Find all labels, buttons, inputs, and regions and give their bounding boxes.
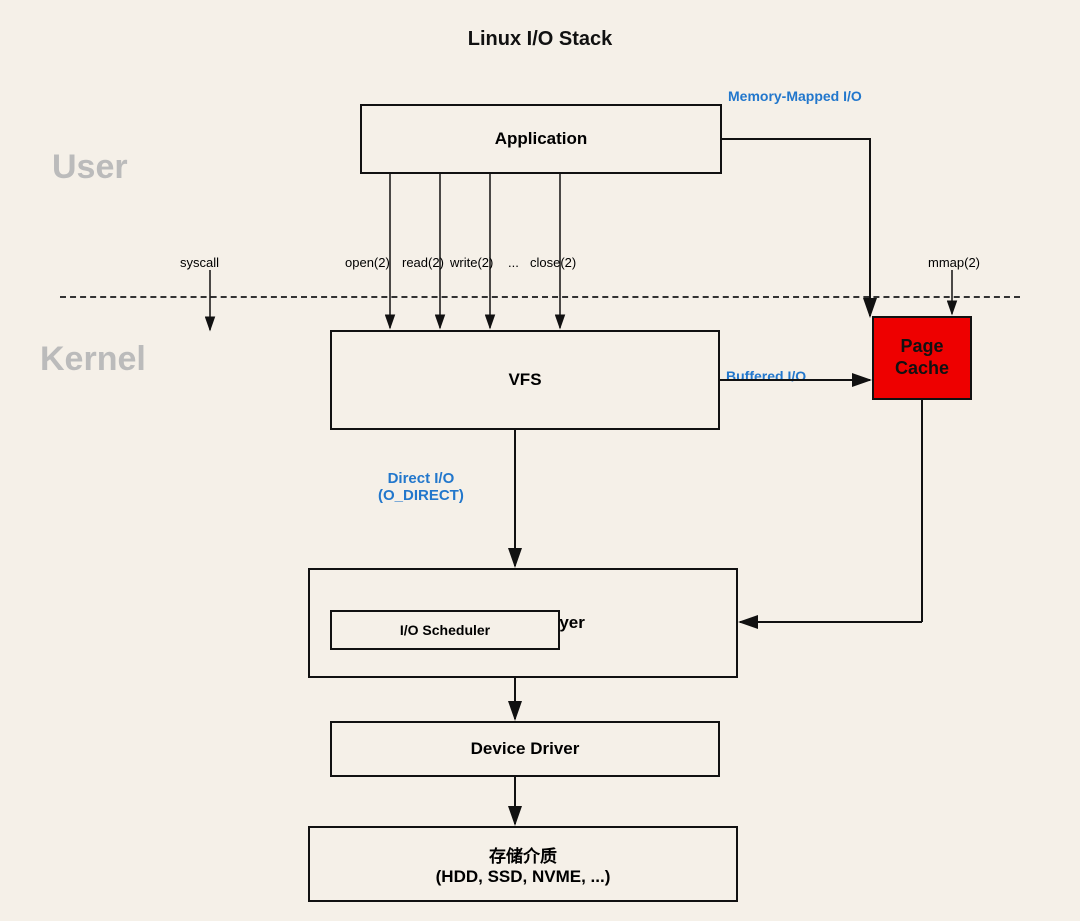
read-label: read(2) (402, 255, 444, 270)
direct-io-label: Direct I/O (O_DIRECT) (378, 470, 464, 504)
page-cache-box: PageCache (872, 316, 972, 400)
buffered-io-label: Buffered I/O (726, 368, 806, 384)
vfs-box: VFS (330, 330, 720, 430)
io-scheduler-box: I/O Scheduler (330, 610, 560, 650)
device-driver-box: Device Driver (330, 721, 720, 777)
diagram-title: Linux I/O Stack (0, 28, 1080, 51)
memory-mapped-label: Memory-Mapped I/O (728, 88, 862, 104)
write-label: write(2) (450, 255, 493, 270)
open-label: open(2) (345, 255, 390, 270)
syscall-label: syscall (180, 255, 219, 270)
mmap-label: mmap(2) (928, 255, 980, 270)
kernel-layer-label: Kernel (40, 340, 146, 379)
storage-box: 存储介质 (HDD, SSD, NVME, ...) (308, 826, 738, 902)
diagram-container: Linux I/O Stack User Kernel Application … (0, 0, 1080, 921)
user-layer-label: User (52, 148, 128, 187)
dots-label: ... (508, 255, 519, 270)
application-box: Application (360, 104, 722, 174)
layer-separator (60, 296, 1020, 298)
close-label: close(2) (530, 255, 576, 270)
